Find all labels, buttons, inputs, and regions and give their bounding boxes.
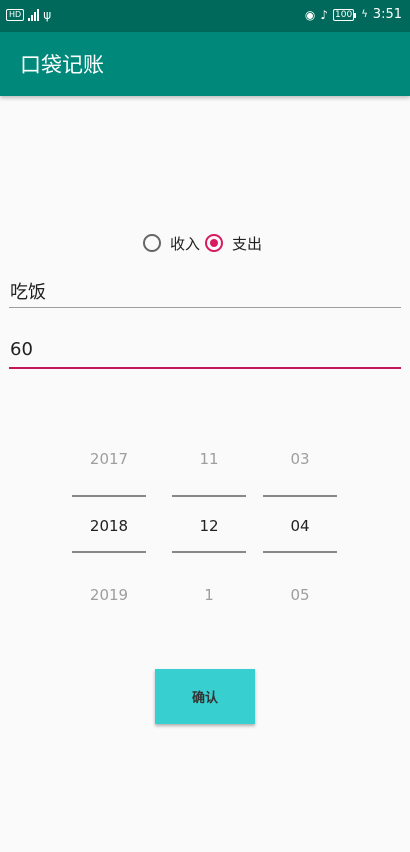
status-bar: HD ψ ◉ ♪ 100 ϟ 3:51 <box>0 0 410 32</box>
day-picker[interactable]: 03 04 05 <box>263 440 337 610</box>
amount-value[interactable]: 60 <box>10 339 33 360</box>
radio-checked-icon[interactable] <box>205 234 224 252</box>
month-picker[interactable]: 11 12 1 <box>172 440 246 610</box>
app-bar: 口袋记账 <box>0 32 410 96</box>
description-field[interactable]: 吃饭 <box>9 274 401 308</box>
type-radio-group: 收入 支出 <box>143 230 267 256</box>
charging-icon: ϟ <box>361 9 368 20</box>
app-title: 口袋记账 <box>20 53 104 77</box>
month-above[interactable]: 11 <box>172 450 246 468</box>
day-above[interactable]: 03 <box>263 450 337 468</box>
month-selected[interactable]: 12 <box>172 517 246 535</box>
amount-underline <box>9 367 401 369</box>
year-divider-bottom <box>72 551 146 553</box>
year-divider-top <box>72 495 146 497</box>
day-selected[interactable]: 04 <box>263 517 337 535</box>
description-value[interactable]: 吃饭 <box>10 278 46 304</box>
radio-unchecked-icon[interactable] <box>143 234 161 252</box>
radio-income-label[interactable]: 收入 <box>170 233 200 254</box>
month-divider-bottom <box>172 551 246 553</box>
day-divider-top <box>263 495 337 497</box>
radio-expense-label[interactable]: 支出 <box>232 233 262 254</box>
eye-comfort-icon: ◉ <box>304 7 316 22</box>
status-time: 3:51 <box>372 7 402 22</box>
year-selected[interactable]: 2018 <box>72 517 146 535</box>
hd-icon: HD <box>6 9 25 21</box>
year-picker[interactable]: 2017 2018 2019 <box>72 440 146 610</box>
battery-icon: 100 <box>333 8 357 21</box>
year-below[interactable]: 2019 <box>72 586 146 604</box>
day-below[interactable]: 05 <box>263 586 337 604</box>
radio-expense[interactable]: 支出 <box>205 233 262 254</box>
radio-income[interactable]: 收入 <box>143 233 200 254</box>
mute-icon: ♪ <box>320 7 328 22</box>
confirm-button[interactable]: 确认 <box>155 669 255 724</box>
month-divider-top <box>172 495 246 497</box>
month-below[interactable]: 1 <box>172 586 246 604</box>
usb-icon: ψ <box>43 8 52 22</box>
signal-icon <box>28 9 40 21</box>
day-divider-bottom <box>263 551 337 553</box>
amount-field[interactable]: 60 <box>9 335 401 369</box>
description-underline <box>9 307 401 308</box>
year-above[interactable]: 2017 <box>72 450 146 468</box>
